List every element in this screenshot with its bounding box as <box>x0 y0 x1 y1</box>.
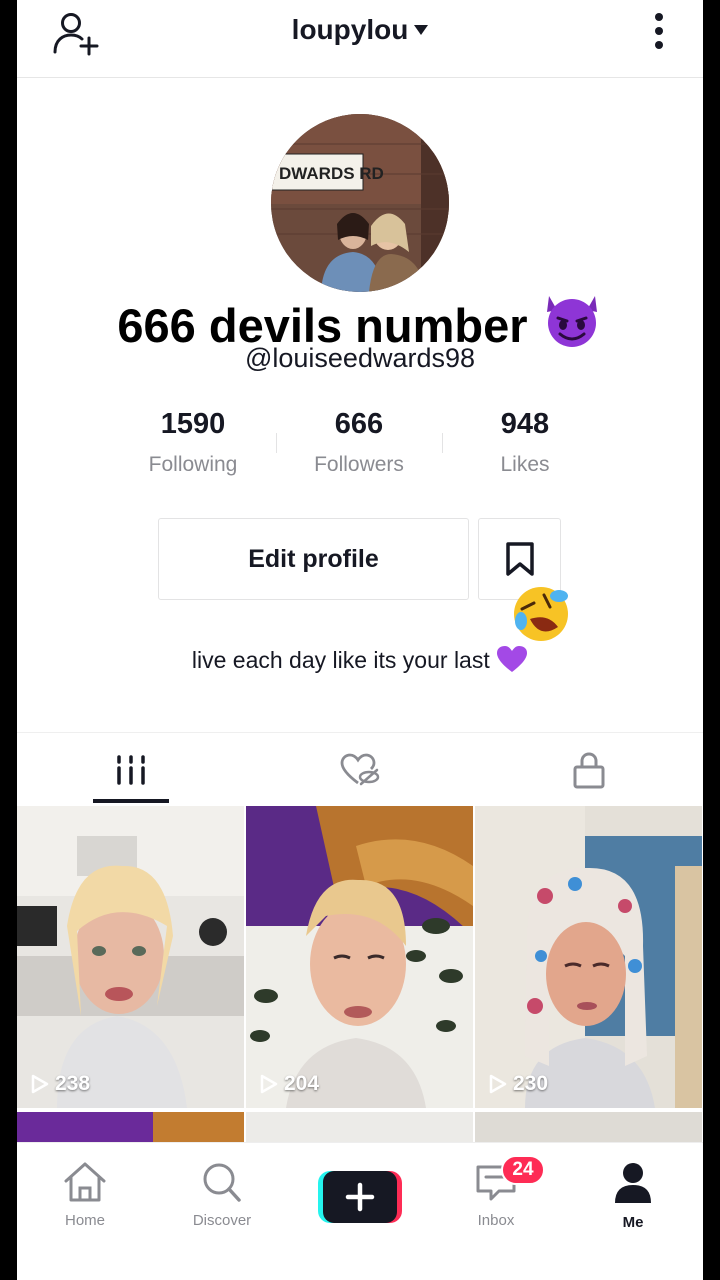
video-thumbnail-image <box>17 806 244 1108</box>
active-tab-indicator <box>93 799 169 803</box>
home-icon <box>64 1162 106 1202</box>
username-dropdown[interactable]: loupylou <box>17 14 703 46</box>
tab-liked[interactable] <box>246 733 474 807</box>
stat-following[interactable]: 1590 Following <box>123 408 263 477</box>
top-bar: loupylou <box>17 0 703 78</box>
following-count: 1590 <box>160 408 226 440</box>
stat-likes[interactable]: 948 Likes <box>455 408 595 477</box>
bookmark-icon <box>505 542 534 576</box>
play-count: 204 <box>260 1072 319 1096</box>
video-thumbnail[interactable] <box>475 1112 702 1146</box>
tab-private[interactable] <box>475 733 703 807</box>
likes-count: 948 <box>500 408 550 440</box>
avatar-photo: DWARDS RD <box>271 114 449 292</box>
purple-heart-icon <box>497 646 528 672</box>
username-label: loupylou <box>291 14 409 45</box>
followers-label: Followers <box>314 453 404 476</box>
video-thumbnail[interactable]: 204 <box>246 806 473 1108</box>
video-thumbnail-image <box>246 806 473 1108</box>
create-plus-icon[interactable] <box>318 1171 402 1223</box>
video-thumbnail[interactable] <box>17 1112 244 1146</box>
laughing-emoji-icon <box>514 587 568 641</box>
caret-down-icon <box>414 25 429 35</box>
edit-profile-button[interactable]: Edit profile <box>158 518 469 600</box>
smiling-devil-emoji-icon <box>546 296 597 347</box>
profile-screen: loupylou DWARDS RD 666 devils number @lo… <box>17 0 703 1280</box>
play-count-value: 238 <box>55 1072 91 1095</box>
followers-count: 666 <box>334 408 384 440</box>
bottom-nav: Home Discover Inbox 24 Me <box>17 1142 703 1280</box>
stat-divider <box>442 433 443 453</box>
grid-icon <box>117 755 145 785</box>
video-thumbnail[interactable] <box>246 1112 473 1146</box>
street-sign-text: DWARDS RD <box>279 164 384 183</box>
play-count: 230 <box>489 1072 548 1096</box>
avatar[interactable]: DWARDS RD <box>271 114 449 292</box>
nav-me[interactable]: Me <box>583 1161 683 1231</box>
tab-videos[interactable] <box>17 733 245 807</box>
nav-discover-label: Discover <box>192 1212 252 1229</box>
content-tabs <box>17 732 703 806</box>
search-icon <box>203 1163 241 1202</box>
nav-home-label: Home <box>64 1212 105 1229</box>
play-count-value: 230 <box>513 1072 549 1095</box>
bio-text: live each day like its your last <box>191 647 490 673</box>
play-icon <box>260 1074 278 1094</box>
handle: @louiseedwards98 <box>244 343 476 373</box>
bio: live each day like its your last <box>17 645 703 674</box>
nav-discover[interactable]: Discover <box>172 1161 272 1229</box>
liked-hidden-icon <box>340 753 380 786</box>
lock-icon <box>573 752 605 789</box>
play-icon <box>31 1074 49 1094</box>
profile-icon <box>615 1163 651 1203</box>
video-thumbnail-image <box>475 806 702 1108</box>
video-grid: 238 204 230 <box>17 806 703 1146</box>
likes-label: Likes <box>500 453 550 476</box>
nav-inbox-label: Inbox <box>477 1212 515 1229</box>
inbox-badge: 24 <box>501 1155 545 1185</box>
play-icon <box>489 1074 507 1094</box>
video-thumbnail[interactable]: 230 <box>475 806 702 1108</box>
play-count: 238 <box>31 1072 90 1096</box>
play-count-value: 204 <box>284 1072 320 1095</box>
stat-divider <box>276 433 277 453</box>
video-thumbnail[interactable]: 238 <box>17 806 244 1108</box>
following-label: Following <box>148 453 238 476</box>
stat-followers[interactable]: 666 Followers <box>289 408 429 477</box>
vertical-dots-icon[interactable] <box>653 12 665 50</box>
nav-me-label: Me <box>622 1214 644 1231</box>
nav-home[interactable]: Home <box>35 1161 135 1229</box>
